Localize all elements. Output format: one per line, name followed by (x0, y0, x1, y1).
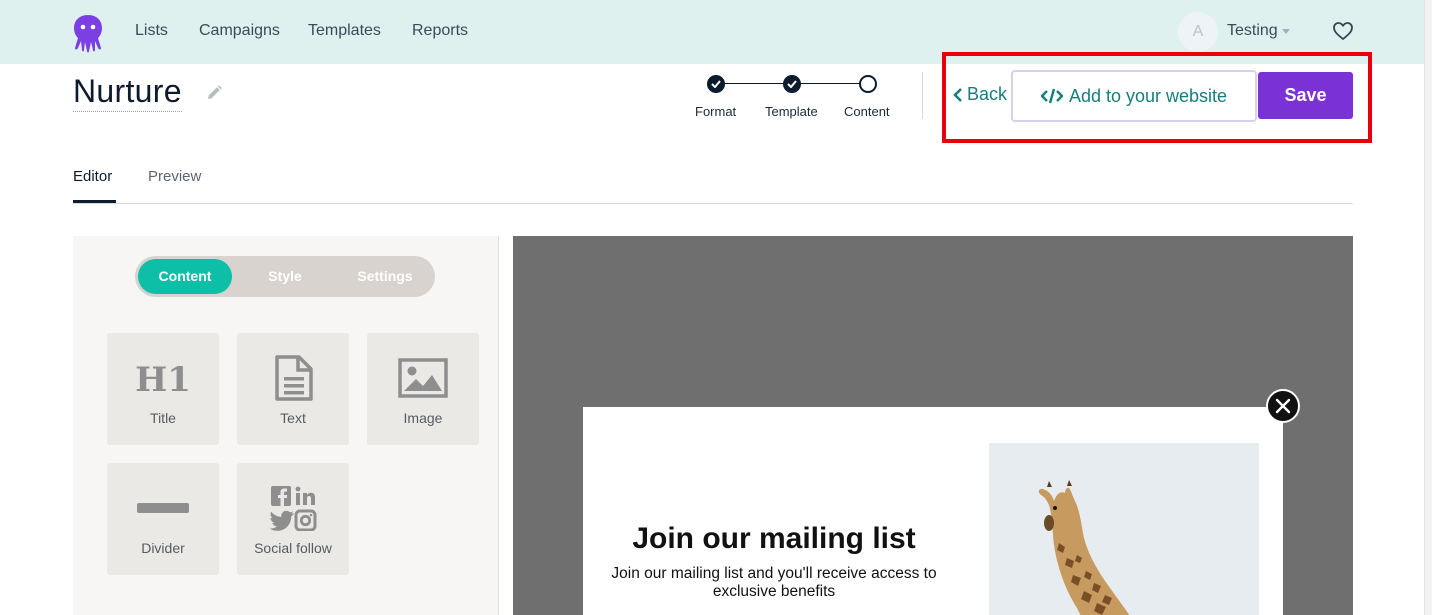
step-connector (800, 83, 860, 84)
chevron-down-icon[interactable] (1282, 29, 1290, 34)
code-icon (1040, 88, 1063, 104)
h1-icon: H1 (135, 361, 191, 395)
heart-icon[interactable] (1332, 21, 1354, 41)
block-title-label: Title (150, 410, 176, 426)
svg-text:H1: H1 (135, 361, 191, 395)
page-title[interactable]: Nurture (73, 72, 182, 112)
nav-link-lists[interactable]: Lists (135, 22, 168, 40)
block-divider-label: Divider (141, 540, 185, 556)
tab-preview[interactable]: Preview (148, 168, 201, 185)
user-menu-name[interactable]: Testing (1227, 22, 1278, 40)
image-icon (398, 358, 448, 398)
scrollbar[interactable] (1424, 0, 1432, 615)
editor-canvas: Join our mailing list Join our mailing l… (513, 236, 1353, 615)
block-text-label: Text (280, 410, 306, 426)
octopus-logo-icon[interactable] (71, 13, 105, 53)
document-icon (275, 355, 313, 401)
step-label-content[interactable]: Content (844, 104, 890, 119)
block-image[interactable]: Image (367, 333, 479, 445)
panel-segmented-control: Content Style Settings (135, 256, 435, 297)
popup-subtitle[interactable]: Join our mailing list and you'll receive… (593, 565, 955, 601)
block-image-label: Image (403, 410, 443, 426)
popup-image[interactable] (989, 443, 1259, 615)
block-social-follow[interactable]: Social follow (237, 463, 349, 575)
pencil-icon[interactable] (205, 84, 223, 102)
nav-link-templates[interactable]: Templates (308, 22, 381, 40)
segment-content[interactable]: Content (138, 259, 232, 294)
close-popup-button[interactable] (1266, 389, 1300, 423)
step-format-check-icon[interactable] (707, 75, 725, 93)
segment-settings[interactable]: Settings (335, 259, 435, 294)
giraffe-image (989, 443, 1259, 615)
blocks-panel: Content Style Settings H1 Title Text Ima… (73, 236, 499, 615)
social-icon (269, 486, 317, 531)
close-icon (1275, 398, 1291, 414)
back-button-label: Back (967, 84, 1008, 104)
save-button[interactable]: Save (1258, 72, 1353, 119)
add-to-website-label: Add to your website (1068, 85, 1228, 106)
step-template-check-icon[interactable] (783, 75, 801, 93)
tab-editor[interactable]: Editor (73, 168, 112, 185)
chevron-left-icon (953, 87, 962, 102)
back-button[interactable]: Back (953, 84, 1007, 105)
tabs-divider (73, 203, 1353, 204)
step-content-circle-icon[interactable] (859, 75, 877, 93)
step-connector (724, 83, 784, 84)
nav-link-reports[interactable]: Reports (412, 22, 468, 40)
popup-title[interactable]: Join our mailing list (583, 522, 965, 556)
block-text[interactable]: Text (237, 333, 349, 445)
avatar[interactable]: A (1178, 12, 1218, 52)
segment-style[interactable]: Style (235, 259, 335, 294)
block-title[interactable]: H1 Title (107, 333, 219, 445)
step-label-template[interactable]: Template (765, 104, 818, 119)
nav-link-campaigns[interactable]: Campaigns (199, 22, 280, 40)
step-label-format[interactable]: Format (695, 104, 736, 119)
popup-form-preview[interactable]: Join our mailing list Join our mailing l… (583, 407, 1283, 615)
header-divider (922, 72, 923, 119)
divider-icon (137, 503, 189, 513)
block-divider[interactable]: Divider (107, 463, 219, 575)
add-to-website-button[interactable]: Add to your website (1011, 70, 1257, 122)
block-social-follow-label: Social follow (254, 540, 332, 556)
